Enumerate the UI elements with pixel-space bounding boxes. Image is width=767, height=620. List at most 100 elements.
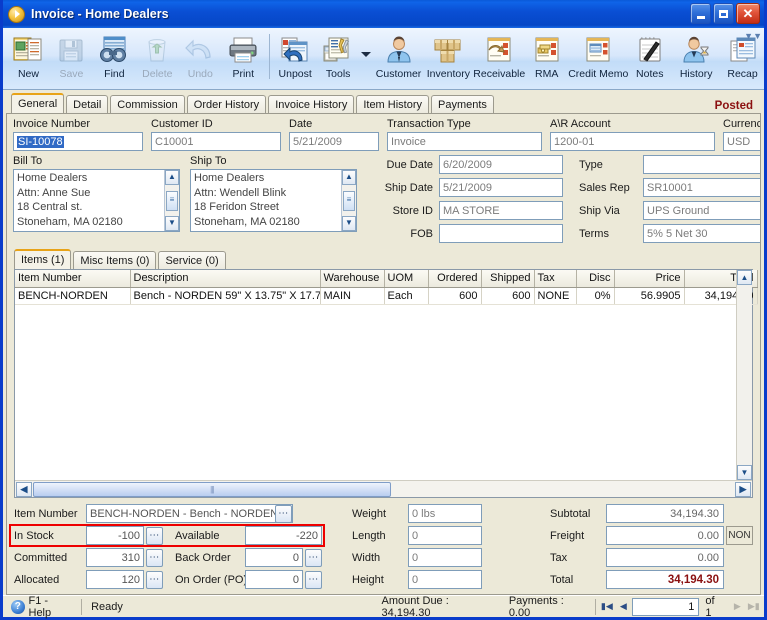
tab-item-history[interactable]: Item History — [356, 95, 430, 113]
bill-to-textarea[interactable]: Home Dealers Attn: Anne Sue 18 Central s… — [13, 169, 180, 232]
tab-commission[interactable]: Commission — [110, 95, 185, 113]
height-input[interactable]: 0 — [408, 570, 482, 589]
col-warehouse[interactable]: Warehouse — [320, 270, 385, 288]
close-button[interactable]: ✕ — [736, 3, 760, 24]
freight-tax-badge[interactable]: NON — [726, 526, 753, 545]
cell-warehouse[interactable]: MAIN — [320, 287, 385, 305]
toolbar-notes-button[interactable]: Notes — [628, 28, 671, 89]
in-stock-lookup-button[interactable]: ⋯ — [146, 526, 163, 545]
ship-to-textarea[interactable]: Home Dealers Attn: Wendell Blink 18 Feri… — [190, 169, 357, 232]
transaction-type-input[interactable]: Invoice — [387, 132, 542, 151]
in-stock-input[interactable]: -100 — [86, 526, 144, 545]
ship-via-input[interactable]: UPS Ground — [643, 201, 760, 220]
toolbar-rma-button[interactable]: RMA — [525, 28, 568, 89]
weight-input[interactable]: 0 lbs — [408, 504, 482, 523]
bill-to-scrollbar[interactable]: ▲ ≡ ▼ — [164, 170, 179, 231]
toolbar-print-button[interactable]: Print — [222, 28, 265, 89]
committed-input[interactable]: 310 — [86, 548, 144, 567]
committed-lookup-button[interactable]: ⋯ — [146, 548, 163, 567]
scroll-up-icon[interactable]: ▲ — [342, 170, 356, 185]
date-input[interactable]: 5/21/2009 — [289, 132, 379, 151]
scroll-left-icon[interactable]: ◀ — [16, 481, 32, 497]
toolbar-tools-button[interactable]: Tools — [317, 28, 360, 89]
cell-shipped[interactable]: 600 — [481, 287, 535, 305]
col-disc[interactable]: Disc — [576, 270, 615, 288]
scroll-down-icon[interactable]: ▼ — [737, 465, 752, 480]
cell-disc[interactable]: 0% — [576, 287, 615, 305]
toolbar-history-button[interactable]: History — [671, 28, 721, 89]
col-uom[interactable]: UOM — [384, 270, 429, 288]
cell-uom[interactable]: Each — [384, 287, 429, 305]
ship-date-input[interactable]: 5/21/2009 — [439, 178, 563, 197]
next-record-icon[interactable]: ▶ — [729, 598, 745, 615]
scroll-right-icon[interactable]: ▶ — [735, 481, 751, 497]
store-id-input[interactable]: MA STORE — [439, 201, 563, 220]
cell-item-number[interactable]: BENCH-NORDEN — [15, 287, 131, 305]
toolbar-delete-button[interactable]: Delete — [136, 28, 179, 89]
scrollbar-thumb[interactable]: ≡ — [343, 190, 355, 211]
toolbar-credit-memo-button[interactable]: Credit Memo — [568, 28, 628, 89]
ship-to-scrollbar[interactable]: ▲ ≡ ▼ — [341, 170, 356, 231]
col-tax[interactable]: Tax — [534, 270, 577, 288]
length-input[interactable]: 0 — [408, 526, 482, 545]
hscroll-track[interactable]: ||| — [33, 481, 734, 497]
toolbar-inventory-button[interactable]: Inventory — [423, 28, 473, 89]
table-row[interactable]: BENCH-NORDEN Bench - NORDEN 59" X 13.75"… — [15, 287, 758, 305]
col-shipped[interactable]: Shipped — [481, 270, 535, 288]
width-input[interactable]: 0 — [408, 548, 482, 567]
previous-record-icon[interactable]: ◀ — [615, 598, 631, 615]
detail-item-number-input[interactable]: BENCH-NORDEN - Bench - NORDEN 59" X : — [86, 504, 293, 523]
scroll-up-icon[interactable]: ▲ — [165, 170, 179, 185]
allocated-lookup-button[interactable]: ⋯ — [146, 570, 163, 589]
ar-account-input[interactable]: 1200-01 — [550, 132, 715, 151]
toolbar-find-button[interactable]: Find — [93, 28, 136, 89]
last-record-icon[interactable]: ▶▮ — [746, 598, 762, 615]
col-description[interactable]: Description — [130, 270, 321, 288]
toolbar-new-button[interactable]: New — [7, 28, 50, 89]
scrollbar-thumb[interactable]: ≡ — [166, 190, 178, 211]
toolbar-customer-button[interactable]: Customer — [374, 28, 424, 89]
tab-service[interactable]: Service (0) — [158, 251, 226, 269]
tab-detail[interactable]: Detail — [66, 95, 109, 113]
col-price[interactable]: Price — [614, 270, 685, 288]
grid-vertical-scrollbar[interactable]: ▲ ▼ — [736, 270, 752, 480]
tab-general[interactable]: General — [11, 93, 65, 113]
scroll-up-icon[interactable]: ▲ — [737, 270, 752, 285]
toolbar-save-button[interactable]: Save — [50, 28, 93, 89]
detail-item-number-lookup-button[interactable]: ⋯ — [275, 504, 292, 523]
tools-dropdown-chevron-down-icon[interactable] — [360, 52, 371, 57]
toolbar-unpost-button[interactable]: Unpost — [274, 28, 317, 89]
col-ordered[interactable]: Ordered — [428, 270, 482, 288]
toolbar-receivable-button[interactable]: Receivable — [473, 28, 525, 89]
sales-rep-input[interactable]: SR10001 — [643, 178, 760, 197]
available-input[interactable]: -220 — [245, 526, 322, 545]
toolbar-expand-chevron-icon[interactable]: ▼▼ — [744, 31, 762, 42]
fob-input[interactable] — [439, 224, 563, 243]
terms-input[interactable]: 5% 5 Net 30 — [643, 224, 760, 243]
grid-horizontal-scrollbar[interactable]: ◀ ||| ▶ — [15, 480, 752, 497]
customer-id-input[interactable]: C10001 — [151, 132, 281, 151]
help-cell[interactable]: ? F1 - Help — [5, 595, 78, 619]
scroll-down-icon[interactable]: ▼ — [342, 216, 356, 231]
page-number-input[interactable]: 1 — [631, 597, 700, 616]
allocated-input[interactable]: 120 — [86, 570, 144, 589]
cell-ordered[interactable]: 600 — [428, 287, 482, 305]
hscroll-thumb[interactable]: ||| — [33, 481, 391, 497]
type-input[interactable] — [643, 155, 760, 174]
minimize-button[interactable] — [690, 3, 711, 24]
tab-order-history[interactable]: Order History — [186, 95, 267, 113]
toolbar-undo-button[interactable]: Undo — [179, 28, 222, 89]
due-date-input[interactable]: 6/20/2009 — [439, 155, 563, 174]
cell-tax[interactable]: NONE — [534, 287, 577, 305]
col-item-number[interactable]: Item Number — [15, 270, 131, 288]
maximize-button[interactable] — [713, 3, 734, 24]
cell-description[interactable]: Bench - NORDEN 59" X 13.75" X 17.7 — [130, 287, 321, 305]
tab-items[interactable]: Items (1) — [14, 249, 72, 269]
currency-input[interactable]: USD — [723, 132, 760, 151]
invoice-number-input[interactable]: SI-10078 — [13, 132, 143, 151]
on-order-po-input[interactable]: 0 — [245, 570, 303, 589]
tab-invoice-history[interactable]: Invoice History — [268, 95, 355, 113]
back-order-input[interactable]: 0 — [245, 548, 303, 567]
back-order-lookup-button[interactable]: ⋯ — [305, 548, 322, 567]
tab-misc-items[interactable]: Misc Items (0) — [73, 251, 157, 269]
